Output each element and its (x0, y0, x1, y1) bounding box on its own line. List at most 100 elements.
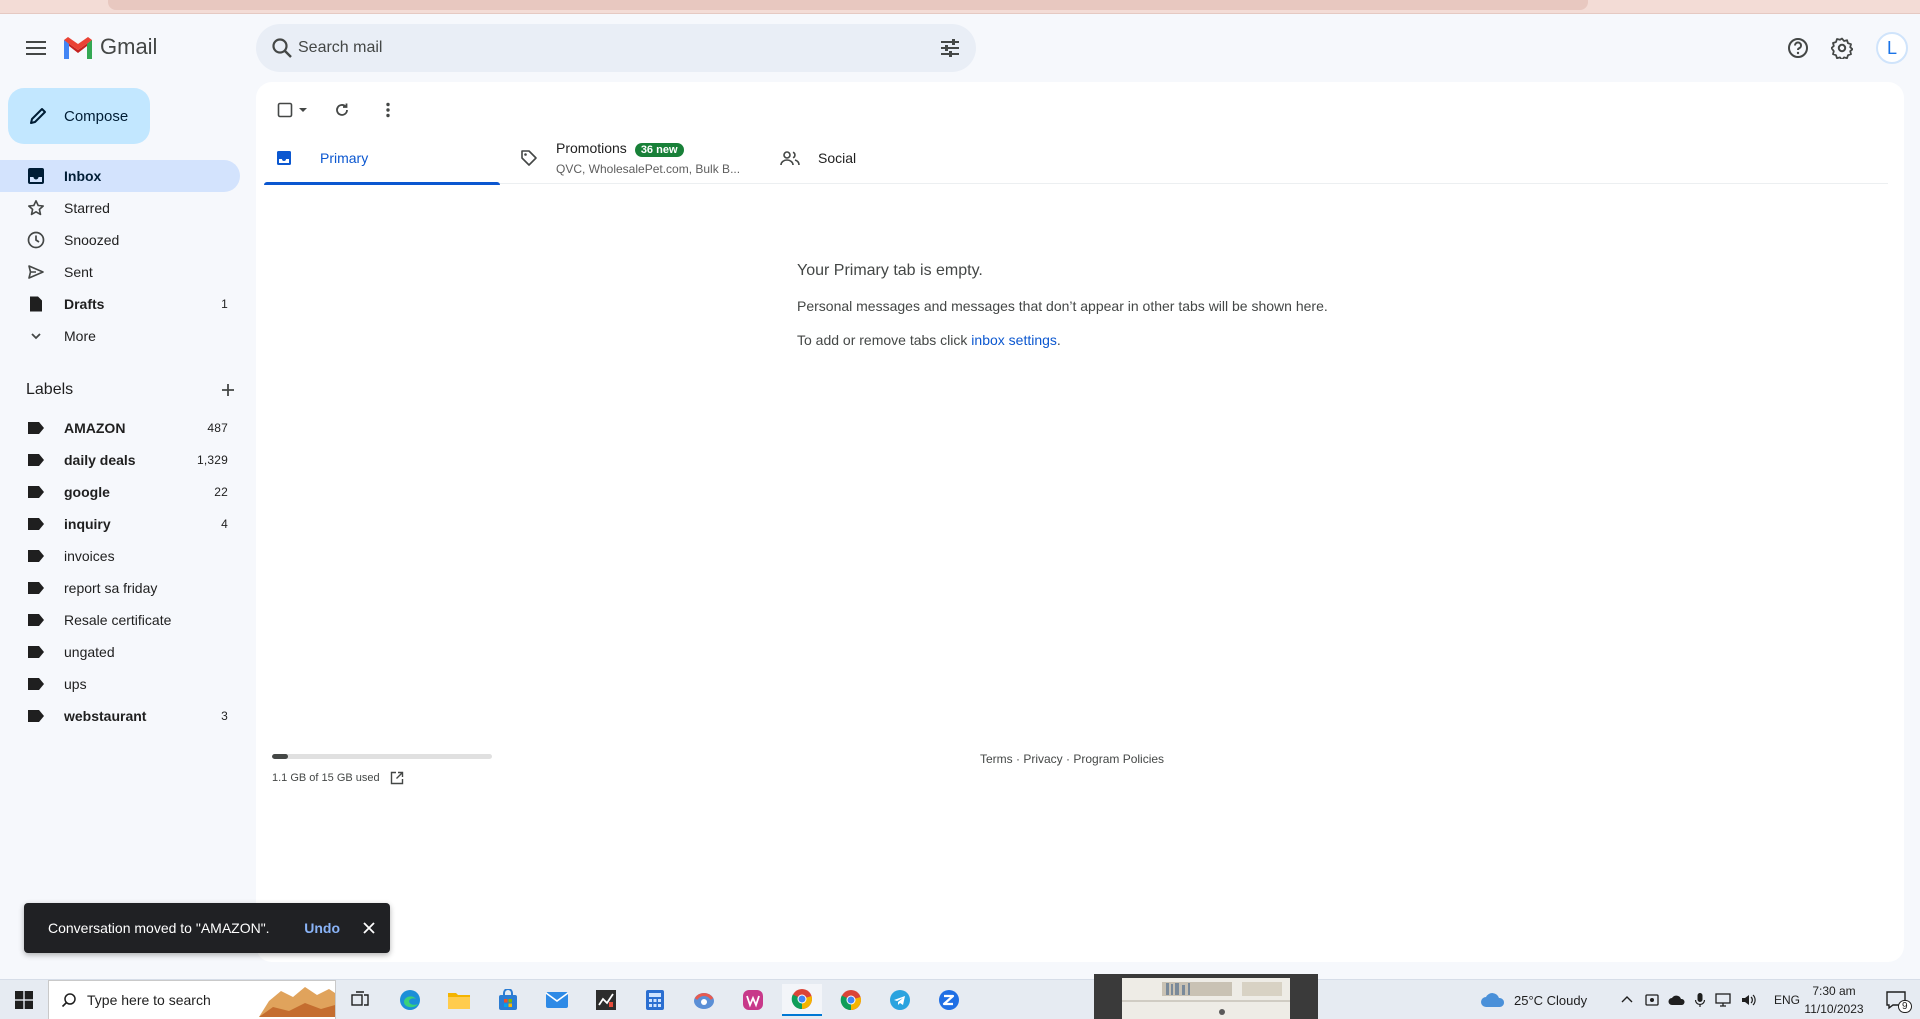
label-icon (26, 706, 46, 726)
tab-social[interactable]: Social (780, 132, 1014, 184)
select-all-checkbox[interactable] (272, 94, 314, 126)
taskbar-calculator[interactable] (635, 984, 675, 1016)
search-bar[interactable] (256, 24, 976, 72)
storage-bar (272, 754, 492, 759)
label-icon (26, 450, 46, 470)
sidebar-item-label: Snoozed (64, 232, 120, 248)
telegram-icon (890, 990, 910, 1010)
search-icon (61, 993, 76, 1008)
taskbar-chrome-profile[interactable] (831, 984, 871, 1016)
label-item-webstaurant[interactable]: webstaurant 3 (0, 700, 240, 732)
refresh-button[interactable] (322, 94, 362, 126)
search-input[interactable] (298, 24, 898, 72)
chevron-down-icon (26, 326, 46, 346)
taskbar-store[interactable] (488, 984, 528, 1016)
sidebar-item-drafts[interactable]: Drafts 1 (0, 288, 240, 320)
sidebar-item-more[interactable]: More (0, 320, 240, 352)
taskbar-chrome-active[interactable] (782, 984, 822, 1016)
footer-separator: · (1062, 752, 1074, 766)
toast-message: Conversation moved to "AMAZON". (48, 920, 270, 936)
taskbar-zoom[interactable] (929, 984, 969, 1016)
chevron-up-icon[interactable] (1620, 993, 1634, 1007)
terms-link[interactable]: Terms (980, 752, 1013, 766)
taskbar-mail[interactable] (537, 984, 577, 1016)
network-icon[interactable] (1714, 992, 1732, 1008)
browser-address-bar[interactable] (108, 0, 1588, 10)
draft-icon (26, 294, 46, 314)
label-item-report-sa-friday[interactable]: report sa friday (0, 572, 240, 604)
more-vert-icon (386, 102, 390, 118)
support-button[interactable] (1780, 30, 1816, 66)
undo-button[interactable]: Undo (304, 920, 340, 936)
taskbar-search-placeholder: Type here to search (87, 992, 211, 1008)
program-policies-link[interactable]: Program Policies (1073, 752, 1164, 766)
settings-button[interactable] (1824, 30, 1860, 66)
label-icon (26, 514, 46, 534)
label-item-amazon[interactable]: AMAZON 487 (0, 412, 240, 444)
weather-widget[interactable]: 25°C Cloudy (1480, 980, 1587, 1019)
send-icon (26, 262, 46, 282)
inbox-tabs: Primary Promotions 36 new QVC, WholesaleP… (264, 132, 1888, 185)
labels-header: Labels (26, 378, 236, 402)
label-item-ungated[interactable]: ungated (0, 636, 240, 668)
search-icon[interactable] (270, 36, 294, 60)
close-toast-button[interactable] (362, 921, 376, 935)
footer-separator: · (1012, 752, 1024, 766)
start-button[interactable] (6, 980, 42, 1019)
gmail-logo[interactable]: Gmail (62, 34, 157, 60)
label-item-resale-certificate[interactable]: Resale certificate (0, 604, 240, 636)
storage-meter: 1.1 GB of 15 GB used (272, 754, 492, 785)
meet-now-icon[interactable] (1644, 992, 1660, 1008)
inbox-settings-link[interactable]: inbox settings (971, 332, 1057, 348)
hamburger-icon (26, 41, 46, 55)
active-tab-indicator (264, 182, 500, 185)
star-icon (26, 198, 46, 218)
label-name: report sa friday (64, 580, 158, 596)
taskbar-telegram[interactable] (880, 984, 920, 1016)
onedrive-icon[interactable] (1668, 993, 1686, 1007)
sidebar-item-count: 1 (221, 297, 228, 311)
taskbar-edge[interactable] (390, 984, 430, 1016)
tab-promotions[interactable]: Promotions 36 new QVC, WholesalePet.com, … (520, 132, 754, 184)
add-label-icon[interactable] (220, 382, 236, 398)
chart-app-icon (596, 990, 616, 1010)
storage-used-text: 1.1 GB of 15 GB used (272, 772, 380, 784)
search-options-icon[interactable] (938, 36, 962, 60)
taskbar-stocks-app[interactable] (586, 984, 626, 1016)
label-item-ups[interactable]: ups (0, 668, 240, 700)
microphone-icon[interactable] (1694, 992, 1706, 1008)
taskbar-snipping-tool[interactable] (684, 984, 724, 1016)
compose-button[interactable]: Compose (8, 88, 150, 144)
sidebar-item-label: Inbox (64, 168, 102, 184)
taskbar-search[interactable]: Type here to search (48, 980, 336, 1019)
sidebar-item-label: Sent (64, 264, 93, 280)
taskbar-file-explorer[interactable] (439, 984, 479, 1016)
label-item-invoices[interactable]: invoices (0, 540, 240, 572)
sidebar-item-snoozed[interactable]: Snoozed (0, 224, 240, 256)
label-item-daily-deals[interactable]: daily deals 1,329 (0, 444, 240, 476)
label-icon (26, 674, 46, 694)
label-icon (26, 578, 46, 598)
chrome-icon (840, 990, 861, 1011)
sidebar-item-starred[interactable]: Starred (0, 192, 240, 224)
label-item-inquiry[interactable]: inquiry 4 (0, 508, 240, 540)
tab-primary[interactable]: Primary (264, 132, 500, 185)
account-avatar[interactable]: L (1876, 32, 1908, 64)
sidebar-item-sent[interactable]: Sent (0, 256, 240, 288)
taskbar-wps[interactable] (733, 984, 773, 1016)
taskbar-clock[interactable]: 7:30 am 11/10/2023 (1792, 982, 1876, 1018)
open-in-new-icon[interactable] (390, 771, 404, 785)
task-view-button[interactable] (340, 984, 380, 1016)
sidebar-item-inbox[interactable]: Inbox (0, 160, 240, 192)
label-name: inquiry (64, 516, 111, 532)
more-actions-button[interactable] (370, 94, 406, 126)
clock-icon (26, 230, 46, 250)
wps-icon (743, 990, 763, 1010)
label-item-google[interactable]: google 22 (0, 476, 240, 508)
zoom-icon (939, 990, 959, 1010)
notification-center-button[interactable]: 9 (1876, 980, 1916, 1019)
privacy-link[interactable]: Privacy (1023, 752, 1062, 766)
volume-icon[interactable] (1740, 992, 1758, 1008)
empty-hint: To add or remove tabs click inbox settin… (797, 332, 1497, 348)
main-menu-button[interactable] (18, 30, 54, 66)
